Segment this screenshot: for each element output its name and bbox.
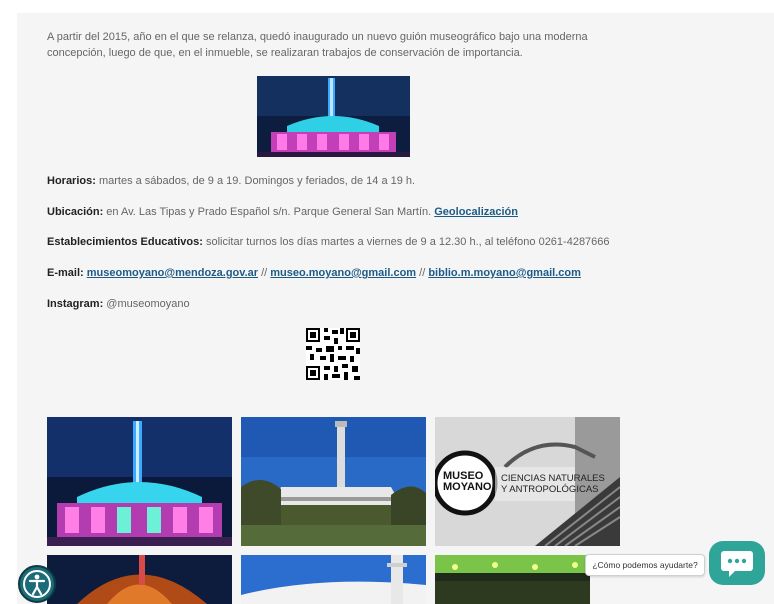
museum-night-illustration: [257, 76, 410, 157]
horarios-label: Horarios:: [47, 175, 96, 187]
educativos-text: solicitar turnos los días martes a viern…: [202, 236, 610, 248]
email-separator: //: [416, 267, 429, 279]
educativos-label: Establecimientos Educativos:: [47, 236, 203, 248]
email-label: E-mail:: [47, 267, 84, 279]
horarios-text: martes a sábados, de 9 a 19. Domingos y …: [95, 175, 416, 187]
museum-interior-green-illustration: [435, 555, 590, 604]
logo-line-2: MOYANO: [443, 481, 492, 493]
chat-dots-icon: [721, 551, 753, 577]
educativos-line: Establecimientos Educativos: solicitar t…: [47, 236, 610, 248]
gallery-image-museum-day[interactable]: [241, 417, 426, 546]
email-link-biblio[interactable]: biblio.m.moyano@gmail.com: [428, 267, 581, 279]
geolocalizacion-link[interactable]: Geolocalización: [434, 206, 518, 218]
gallery-image-museum-facade[interactable]: [241, 555, 426, 604]
instagram-text: @museomoyano: [103, 298, 190, 310]
email-separator: //: [258, 267, 271, 279]
instagram-label: Instagram:: [47, 298, 104, 310]
email-line: E-mail: museomoyano@mendoza.gov.ar // mu…: [47, 267, 581, 279]
ubicacion-line: Ubicación: en Av. Las Tipas y Prado Espa…: [47, 206, 518, 218]
sign-line-1: CIENCIAS NATURALES: [501, 473, 605, 484]
gallery-image-museum-interior-green[interactable]: [435, 555, 590, 604]
hero-image-museum-night[interactable]: [257, 76, 410, 157]
sign-line-2: Y ANTROPOLÓGICAS: [501, 484, 599, 495]
museum-dome-illustration: [47, 555, 232, 604]
accessibility-button[interactable]: [18, 565, 56, 603]
accessibility-person-icon: [23, 570, 51, 598]
museum-night-illustration: [47, 417, 232, 546]
chat-open-button[interactable]: [709, 541, 765, 585]
gallery-image-museum-night[interactable]: [47, 417, 232, 546]
qr-code-icon: [306, 328, 360, 380]
chat-prompt-bubble[interactable]: ¿Cómo podemos ayudarte?: [585, 554, 705, 576]
gallery-image-museum-dome[interactable]: [47, 555, 232, 604]
museum-day-illustration: [241, 417, 426, 546]
qr-code-image: [306, 328, 360, 380]
museo-moyano-logo: MUSEO MOYANO: [443, 471, 492, 493]
email-link-museo-moyano[interactable]: museo.moyano@gmail.com: [270, 267, 416, 279]
ubicacion-label: Ubicación:: [47, 206, 104, 218]
email-link-mendoza[interactable]: museomoyano@mendoza.gov.ar: [87, 267, 258, 279]
intro-paragraph: A partir del 2015, año en el que se rela…: [47, 31, 588, 59]
horarios-line: Horarios: martes a sábados, de 9 a 19. D…: [47, 175, 415, 187]
ubicacion-text: en Av. Las Tipas y Prado Español s/n. Pa…: [103, 206, 435, 218]
gallery-image-museum-logo[interactable]: MUSEO MOYANO CIENCIAS NATURALES Y ANTROP…: [435, 417, 620, 546]
museum-sign-text: CIENCIAS NATURALES Y ANTROPOLÓGICAS: [501, 473, 605, 495]
instagram-line: Instagram: @museomoyano: [47, 298, 190, 310]
museum-facade-illustration: [241, 555, 426, 604]
